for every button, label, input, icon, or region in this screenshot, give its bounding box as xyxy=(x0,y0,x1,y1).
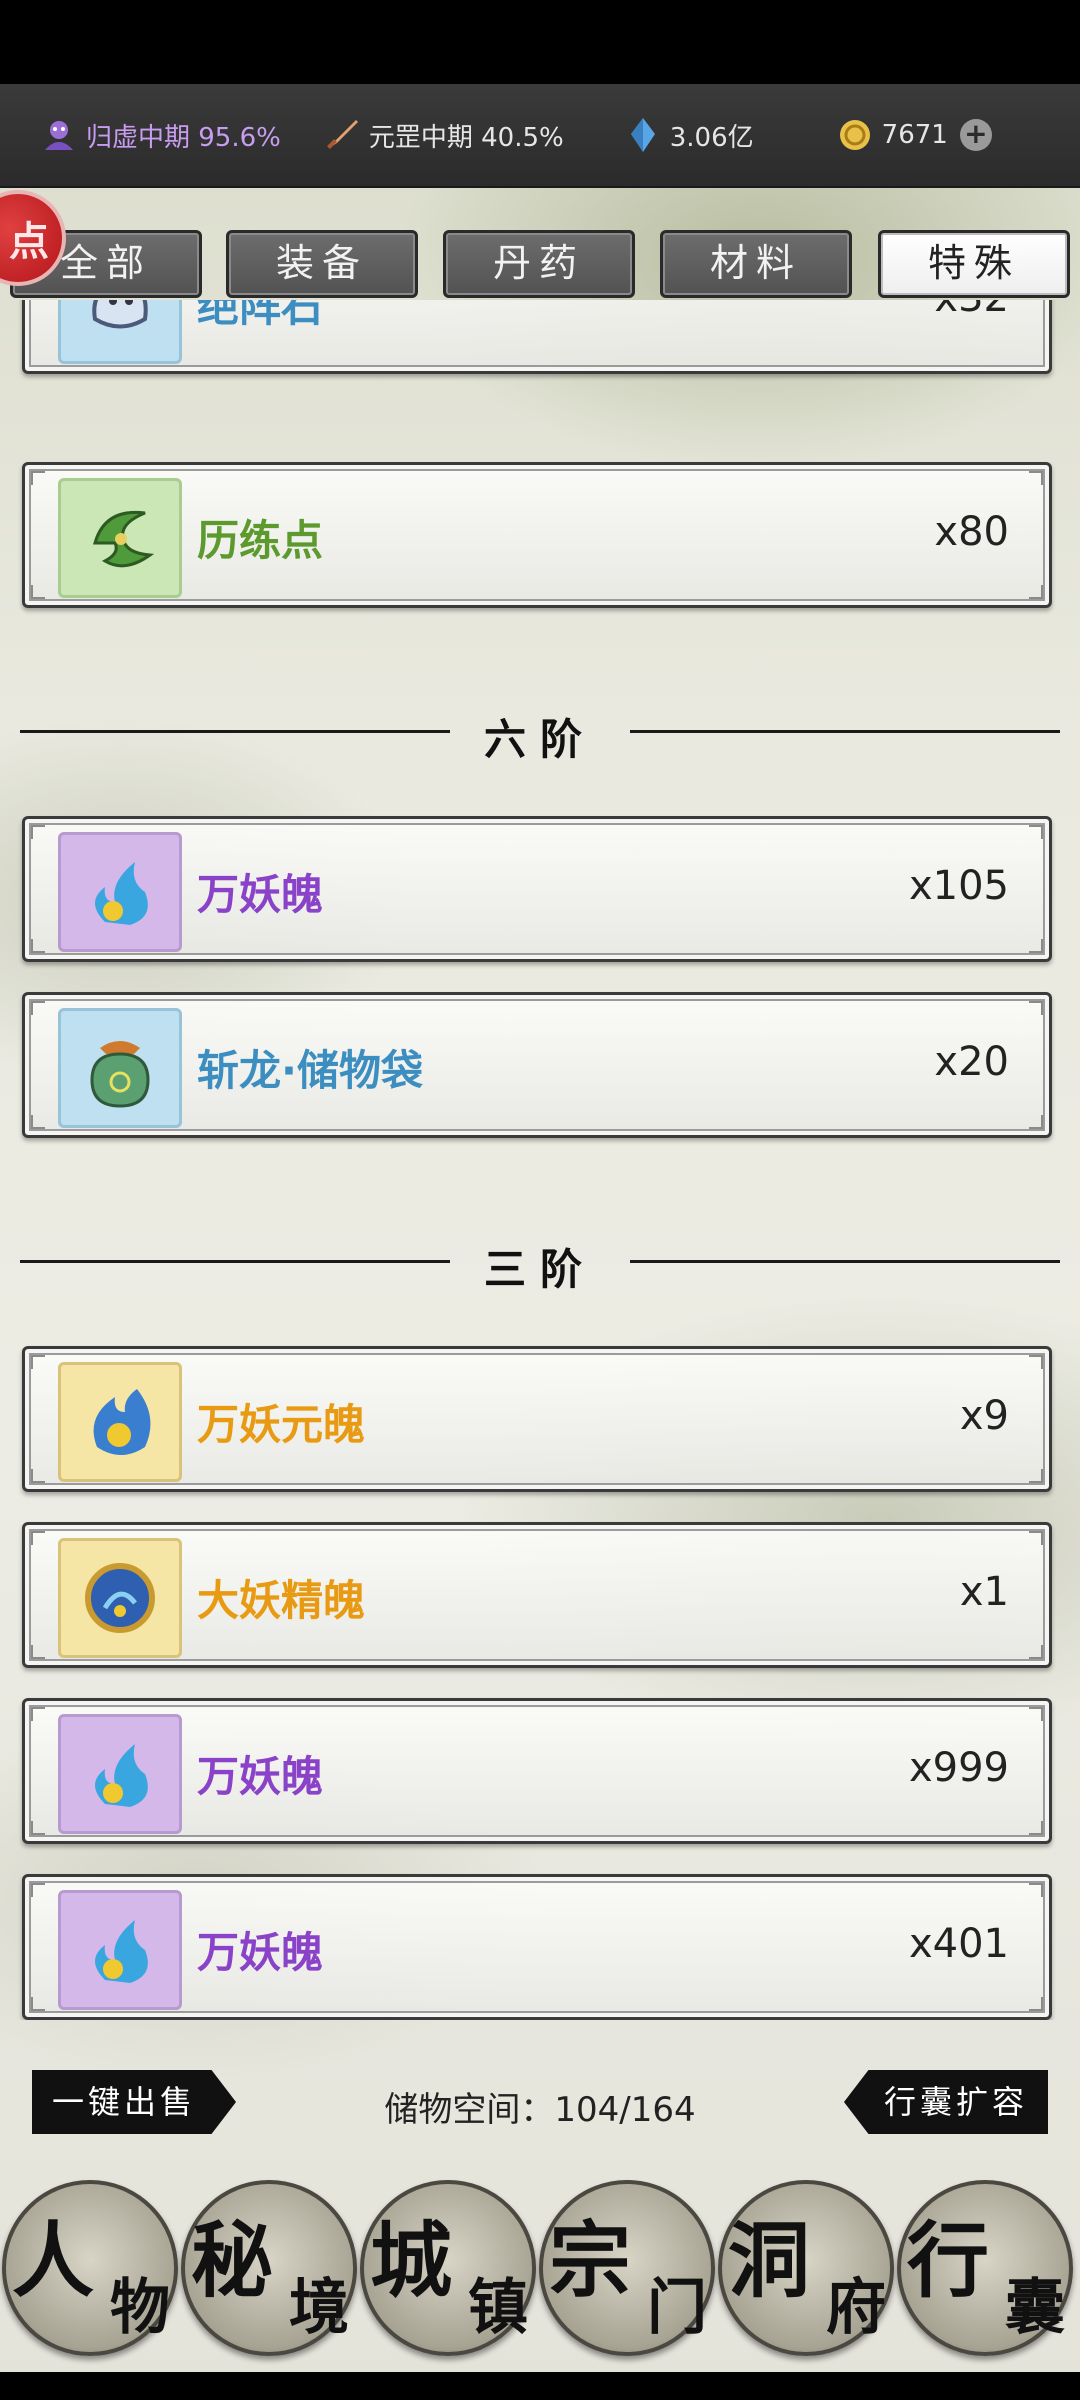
crystal-count: 3.06亿 xyxy=(624,116,754,154)
crystal-icon xyxy=(624,116,662,154)
tier-label: 三阶 xyxy=(483,1245,596,1294)
nav-bag[interactable]: 行 囊 xyxy=(897,2180,1073,2356)
add-coins-button[interactable]: + xyxy=(959,119,992,151)
coin-text: 7671 xyxy=(881,120,948,150)
item-name: 万妖魄 xyxy=(197,1928,324,1977)
swirl-icon xyxy=(93,510,155,568)
spirit-flame-icon xyxy=(95,1744,148,1807)
item-count: x32 xyxy=(934,300,1009,321)
item-icon-box xyxy=(58,1890,182,2010)
tab-special[interactable]: 特殊 xyxy=(878,230,1070,298)
item-name: 历练点 xyxy=(197,516,324,565)
item-count: x80 xyxy=(934,509,1009,555)
cultivation-realm: 归虚中期 95.6% xyxy=(40,116,281,154)
tab-pills[interactable]: 丹药 xyxy=(443,230,635,298)
nav-label: 城 xyxy=(370,2213,453,2309)
nav-label: 境 xyxy=(289,2273,349,2343)
item-icon-box xyxy=(58,300,182,364)
list-item[interactable]: 历练点 x80 xyxy=(22,462,1052,608)
soul-flame-icon xyxy=(93,1389,151,1455)
inventory-footer: 一键出售 储物空间：104/164 行囊扩容 xyxy=(0,2064,1080,2144)
nav-label: 门 xyxy=(647,2273,707,2343)
bottom-nav: 人 物 秘 境 城 镇 宗 门 洞 府 行 囊 xyxy=(0,2180,1080,2370)
tier-divider: 三阶 xyxy=(0,1232,1080,1294)
sword-icon xyxy=(323,116,361,154)
spirit-flame-icon xyxy=(95,1920,148,1983)
item-icon-box xyxy=(58,1714,182,1834)
item-count: x9 xyxy=(959,1393,1009,1439)
tier-divider: 六阶 xyxy=(0,702,1080,764)
nav-label: 物 xyxy=(110,2273,170,2343)
storage-bag-icon xyxy=(90,1041,150,1108)
list-item[interactable]: 绝阵石 x32 xyxy=(22,300,1052,374)
item-count: x401 xyxy=(908,1921,1009,1967)
nav-town[interactable]: 城 镇 xyxy=(360,2180,536,2356)
demon-icon xyxy=(40,116,78,154)
nav-secret-realm[interactable]: 秘 境 xyxy=(181,2180,357,2356)
item-name: 万妖元魄 xyxy=(197,1400,366,1449)
resource-bar: 归虚中期 95.6% 元罡中期 40.5% 3.06亿 7671 + xyxy=(0,84,1080,188)
coin-count: 7671 + xyxy=(836,116,992,154)
list-item[interactable]: 大妖精魄 x1 xyxy=(22,1522,1052,1668)
tab-equipment[interactable]: 装备 xyxy=(226,230,418,298)
nav-character[interactable]: 人 物 xyxy=(2,2180,178,2356)
item-icon-box xyxy=(58,832,182,952)
tab-materials[interactable]: 材料 xyxy=(660,230,852,298)
nav-label: 洞 xyxy=(728,2213,811,2309)
status-bar xyxy=(0,0,1080,84)
item-icon-box xyxy=(58,478,182,598)
body-realm: 元罡中期 40.5% xyxy=(323,116,564,154)
item-list[interactable]: 绝阵石 x32 历练点 x80 六阶 万妖魄 x105 xyxy=(0,300,1080,2020)
list-item[interactable]: 万妖魄 x401 xyxy=(22,1874,1052,2020)
item-count: x1 xyxy=(959,1569,1009,1615)
nav-label: 府 xyxy=(826,2273,886,2343)
item-name: 绝阵石 xyxy=(197,300,324,331)
expand-bag-button[interactable]: 行囊扩容 xyxy=(843,2070,1048,2134)
item-icon-box xyxy=(58,1008,182,1128)
item-count: x999 xyxy=(908,1745,1009,1791)
item-icon-box xyxy=(58,1538,182,1658)
realm2-text: 元罡中期 40.5% xyxy=(368,122,564,153)
nav-cave[interactable]: 洞 府 xyxy=(718,2180,894,2356)
item-count: x20 xyxy=(934,1039,1009,1085)
tier-label: 六阶 xyxy=(483,715,596,764)
item-count: x105 xyxy=(908,863,1009,909)
item-icon-box xyxy=(58,1362,182,1482)
coin-icon xyxy=(836,116,874,154)
nav-label: 宗 xyxy=(549,2213,632,2309)
item-name: 万妖魄 xyxy=(197,870,324,919)
nav-sect[interactable]: 宗 门 xyxy=(539,2180,715,2356)
list-item[interactable]: 万妖魄 x999 xyxy=(22,1698,1052,1844)
inventory-screen: 归虚中期 95.6% 元罡中期 40.5% 3.06亿 7671 + 全部 装备… xyxy=(0,0,1080,2400)
item-name: 大妖精魄 xyxy=(197,1576,366,1625)
realm1-text: 归虚中期 95.6% xyxy=(86,122,281,153)
nav-label: 囊 xyxy=(1005,2273,1065,2343)
category-tabs: 全部 装备 丹药 材料 特殊 xyxy=(0,230,1080,300)
crystal-text: 3.06亿 xyxy=(669,122,754,153)
item-name: 万妖魄 xyxy=(197,1752,324,1801)
list-item[interactable]: 斩龙·储物袋 x20 xyxy=(22,992,1052,1138)
system-nav-bar xyxy=(0,2372,1080,2400)
list-item[interactable]: 万妖魄 x105 xyxy=(22,816,1052,962)
orb-icon xyxy=(85,1563,155,1633)
list-item[interactable]: 万妖元魄 x9 xyxy=(22,1346,1052,1492)
item-name: 斩龙·储物袋 xyxy=(197,1046,423,1095)
nav-label: 镇 xyxy=(468,2273,528,2343)
stone-icon xyxy=(92,300,148,329)
nav-label: 秘 xyxy=(191,2213,274,2309)
nav-label: 人 xyxy=(12,2213,95,2309)
spirit-flame-icon xyxy=(95,862,148,925)
nav-label: 行 xyxy=(907,2213,990,2309)
